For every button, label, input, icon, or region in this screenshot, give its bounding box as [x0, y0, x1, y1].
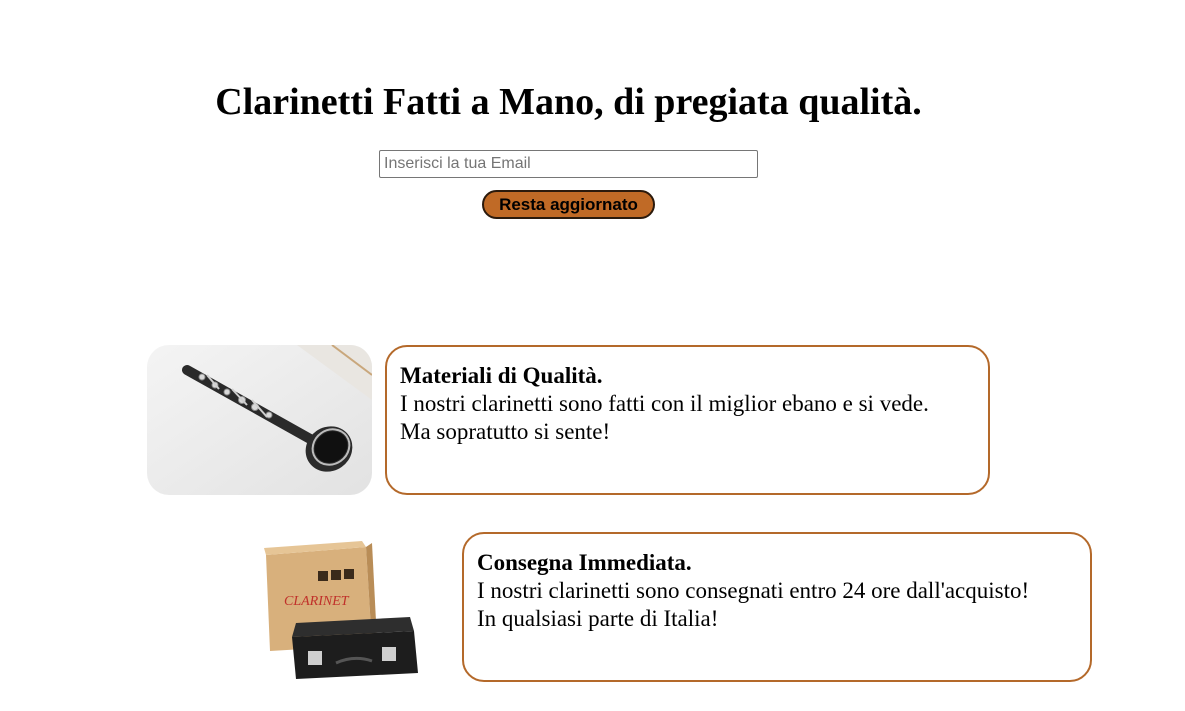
feature-card-materials: Materiali di Qualità. I nostri clarinett…: [385, 345, 990, 495]
feature-text: I nostri clarinetti sono consegnati entr…: [477, 578, 1030, 603]
feature-title: Consegna Immediata.: [477, 550, 692, 575]
feature-title: Materiali di Qualità.: [400, 363, 603, 388]
box-label: CLARINET: [284, 594, 350, 609]
email-input[interactable]: [379, 150, 758, 178]
feature-text: I nostri clarinetti sono fatti con il mi…: [400, 391, 929, 416]
page-title: Clarinetti Fatti a Mano, di pregiata qua…: [215, 81, 922, 123]
clarinet-image-icon: [147, 345, 372, 495]
box-and-case-image-icon: CLARINET: [232, 533, 450, 681]
subscribe-button[interactable]: Resta aggiornato: [482, 190, 655, 219]
clarinet-photo: [147, 345, 372, 495]
clarinet-box-and-case-photo: CLARINET: [232, 533, 450, 681]
feature-text: Ma sopratutto si sente!: [400, 419, 611, 444]
feature-card-delivery: Consegna Immediata. I nostri clarinetti …: [462, 532, 1092, 682]
feature-text: In qualsiasi parte di Italia!: [477, 606, 719, 631]
